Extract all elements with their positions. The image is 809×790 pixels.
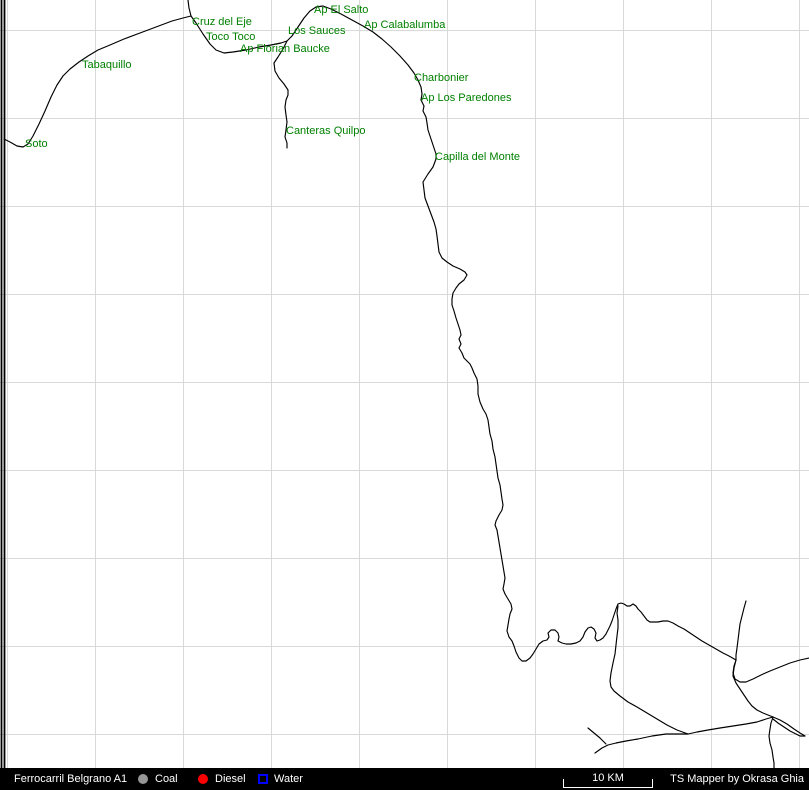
station-label-capilla-del-monte: Capilla del Monte	[435, 151, 520, 163]
ts-mapper-window: Soto Tabaquillo Cruz del Eje Toco TocoAp Fl…	[0, 0, 809, 790]
station-label-charbonier: Charbonier	[414, 72, 469, 84]
map-scale-bar: 10 KM	[563, 779, 653, 788]
station-label-los-sauces: Los Sauces	[288, 25, 346, 37]
station-label-ap-calabalumba: Ap Calabalumba	[364, 19, 446, 31]
coal-legend-label: Coal	[155, 774, 178, 785]
station-label-soto: Soto	[25, 138, 48, 150]
station-label-ap-los-paredones: Ap Los Paredones	[421, 92, 512, 104]
station-label-cruz-del-eje: Cruz del Eje	[192, 16, 252, 28]
water-legend-label: Water	[274, 774, 303, 785]
water-legend-icon	[258, 774, 268, 784]
station-label-toco-toco: Toco Toco	[206, 31, 255, 43]
station-label-tabaquillo: Tabaquillo	[82, 59, 132, 71]
diesel-legend-icon	[198, 774, 208, 784]
station-label-ap-florian-baucke: Ap Florian Baucke	[240, 43, 330, 55]
coal-legend-icon	[138, 774, 148, 784]
diesel-legend-label: Diesel	[215, 774, 246, 785]
station-label-ap-el-salto: Ap El Salto	[314, 4, 368, 16]
app-credit: TS Mapper by Okrasa Ghia	[670, 774, 804, 785]
map-scale-label: 10 KM	[587, 773, 629, 784]
status-bar: Ferrocarril Belgrano A1 Coal Diesel Wate…	[0, 768, 809, 790]
station-label-canteras-quilpo: Canteras Quilpo	[286, 125, 366, 137]
route-map-canvas[interactable]: Soto Tabaquillo Cruz del Eje Toco TocoAp Fl…	[0, 0, 809, 768]
route-name: Ferrocarril Belgrano A1	[14, 774, 127, 785]
map-background	[0, 0, 809, 768]
